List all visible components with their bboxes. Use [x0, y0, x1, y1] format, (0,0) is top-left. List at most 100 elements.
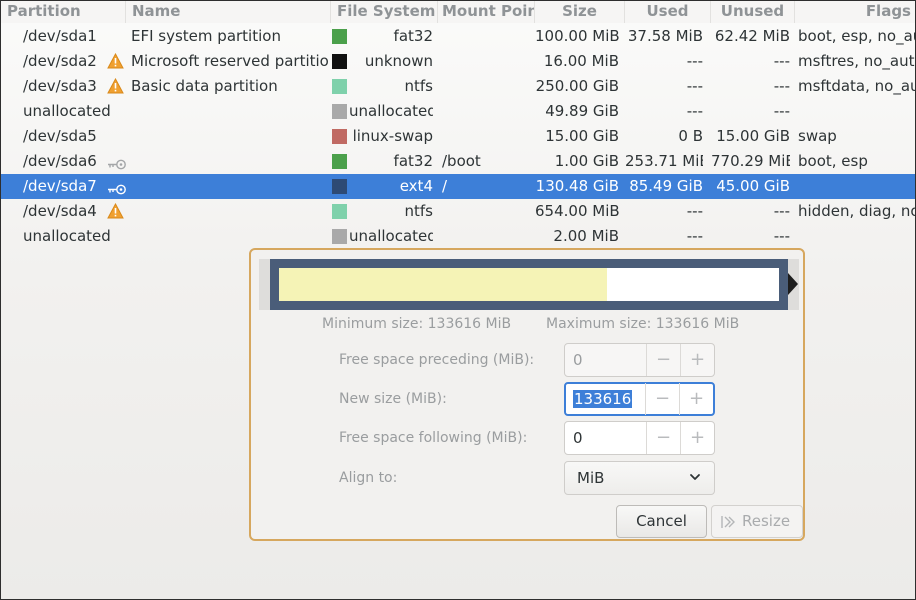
filesystem-color-swatch [332, 204, 347, 219]
new-size-increment-button[interactable]: + [679, 383, 713, 415]
column-header-flags[interactable]: Flags [795, 1, 915, 23]
free-preceding-increment-button[interactable]: + [680, 344, 714, 376]
partition-used: 37.58 MiB [627, 27, 703, 45]
used-space-fill [279, 268, 607, 301]
free-preceding-value[interactable]: 0 [573, 344, 583, 376]
free-following-decrement-button[interactable]: − [646, 422, 680, 454]
free-following-label: Free space following (MiB): [339, 430, 528, 446]
partition-size: 130.48 GiB [535, 177, 619, 195]
filesystem-color-swatch [332, 179, 347, 194]
column-header-mountpoint[interactable]: Mount Point [438, 1, 535, 23]
partition-size: 16.00 MiB [543, 52, 619, 70]
filesystem-type: fat32 [393, 27, 433, 45]
partition-device: /dev/sda2 [23, 52, 97, 70]
free-preceding-spinbox[interactable]: 0 − + [564, 343, 715, 377]
partition-flags: msftres, no_automount [798, 52, 915, 70]
free-following-increment-button[interactable]: + [680, 422, 714, 454]
partition-flags [798, 99, 915, 124]
partition-row[interactable]: /dev/sda1 EFI system partition fat32 100.00… [1, 24, 915, 49]
partition-flags: swap [798, 127, 837, 145]
filesystem-type: unallocated [349, 227, 433, 245]
align-to-value: MiB [577, 469, 605, 487]
partition-device: /dev/sda3 [23, 77, 97, 95]
partition-row[interactable]: /dev/sda2 Microsoft reserved partition unk… [1, 49, 915, 74]
partition-device: /dev/sda4 [23, 202, 97, 220]
free-preceding-decrement-button[interactable]: − [646, 344, 680, 376]
partition-row[interactable]: /dev/sda5 linux-swap 15.00 GiB 0 B 15.00 GiB… [1, 124, 915, 149]
mount-point [442, 49, 532, 74]
warning-icon [107, 77, 124, 94]
partition-name [131, 149, 329, 174]
partition-name [131, 124, 329, 149]
filesystem-color-swatch [332, 79, 347, 94]
partition-device: /dev/sda6 [23, 152, 97, 170]
minimum-size-label: Minimum size: 133616 MiB [322, 316, 512, 332]
partition-frame[interactable] [270, 259, 788, 310]
partition-row[interactable]: unallocated unallocated 2.00 MiB --- --- [1, 224, 915, 249]
column-header-size[interactable]: Size [535, 1, 625, 23]
column-header-name[interactable]: Name [126, 1, 331, 23]
partition-size: 100.00 MiB [535, 27, 619, 45]
key-icon [107, 181, 127, 195]
partition-used: 253.71 MiB [625, 152, 703, 170]
partition-flags: boot, esp, no_automount [798, 27, 915, 45]
free-following-value[interactable]: 0 [573, 422, 583, 454]
resize-button[interactable]: Resize [711, 505, 803, 538]
filesystem-color-swatch [332, 29, 347, 44]
mount-point [442, 124, 532, 149]
filesystem-color-swatch [332, 154, 347, 169]
filesystem-color-swatch [332, 54, 347, 69]
partition-unused: --- [773, 77, 790, 95]
filesystem-type: unknown [364, 52, 433, 70]
free-following-spinbox[interactable]: 0 − + [564, 421, 715, 455]
resize-dialog: Minimum size: 133616 MiB Maximum size: 1… [249, 248, 805, 541]
partition-flags [798, 224, 915, 249]
partition-name [131, 224, 329, 249]
partition-row[interactable]: /dev/sda7 ext4 / 130.48 GiB 85.49 GiB 45.00 G… [1, 174, 915, 199]
column-header-used[interactable]: Used [625, 1, 711, 23]
partition-unused: --- [773, 202, 790, 220]
partition-size-bar[interactable] [259, 259, 799, 310]
partition-table-header: Partition Name File System Mount Point S… [1, 1, 915, 23]
filesystem-type: ntfs [404, 202, 433, 220]
partition-flags [798, 174, 915, 199]
partition-unused: 45.00 GiB [716, 177, 790, 195]
new-size-value[interactable]: 133616 [573, 383, 633, 415]
partition-unused: 62.42 MiB [714, 27, 790, 45]
partition-unused: 15.00 GiB [716, 127, 790, 145]
partition-device: unallocated [23, 102, 111, 120]
column-header-partition[interactable]: Partition [1, 1, 126, 23]
partition-size: 654.00 MiB [535, 202, 619, 220]
partition-flags: hidden, diag, no_automount [798, 202, 915, 220]
filesystem-color-swatch [332, 129, 347, 144]
column-header-filesystem[interactable]: File System [331, 1, 438, 23]
filesystem-color-swatch [332, 104, 347, 119]
new-size-decrement-button[interactable]: − [645, 383, 679, 415]
new-size-label: New size (MiB): [339, 391, 447, 407]
new-size-spinbox[interactable]: 133616 − + [564, 382, 715, 416]
partition-name [131, 99, 329, 124]
resize-handle-arrow-icon[interactable] [788, 273, 798, 295]
partition-name [131, 199, 329, 224]
partition-row[interactable]: /dev/sda3 Basic data partition ntfs 250.00 … [1, 74, 915, 99]
partition-row[interactable]: /dev/sda6 fat32/boot 1.00 GiB 253.71 MiB 770… [1, 149, 915, 174]
partition-row[interactable]: /dev/sda4 ntfs 654.00 MiB --- --- hidden, dia… [1, 199, 915, 224]
partition-used: 0 B [678, 127, 703, 145]
partition-row[interactable]: unallocated unallocated 49.89 GiB --- --- [1, 99, 915, 124]
key-icon [107, 156, 127, 170]
mount-point [442, 224, 532, 249]
warning-icon [107, 202, 124, 219]
partition-used: --- [686, 102, 703, 120]
column-header-unused[interactable]: Unused [711, 1, 795, 23]
partition-name: Microsoft reserved partition [131, 52, 329, 70]
partition-used: --- [686, 52, 703, 70]
cancel-button[interactable]: Cancel [616, 505, 707, 538]
partition-device: /dev/sda5 [23, 127, 97, 145]
filesystem-type: ntfs [404, 77, 433, 95]
filesystem-type: ext4 [399, 177, 433, 195]
partition-unused: --- [773, 227, 790, 245]
partition-size: 49.89 GiB [545, 102, 619, 120]
warning-icon [107, 52, 124, 69]
partition-device: /dev/sda1 [23, 27, 97, 45]
align-to-dropdown[interactable]: MiB [564, 461, 715, 495]
